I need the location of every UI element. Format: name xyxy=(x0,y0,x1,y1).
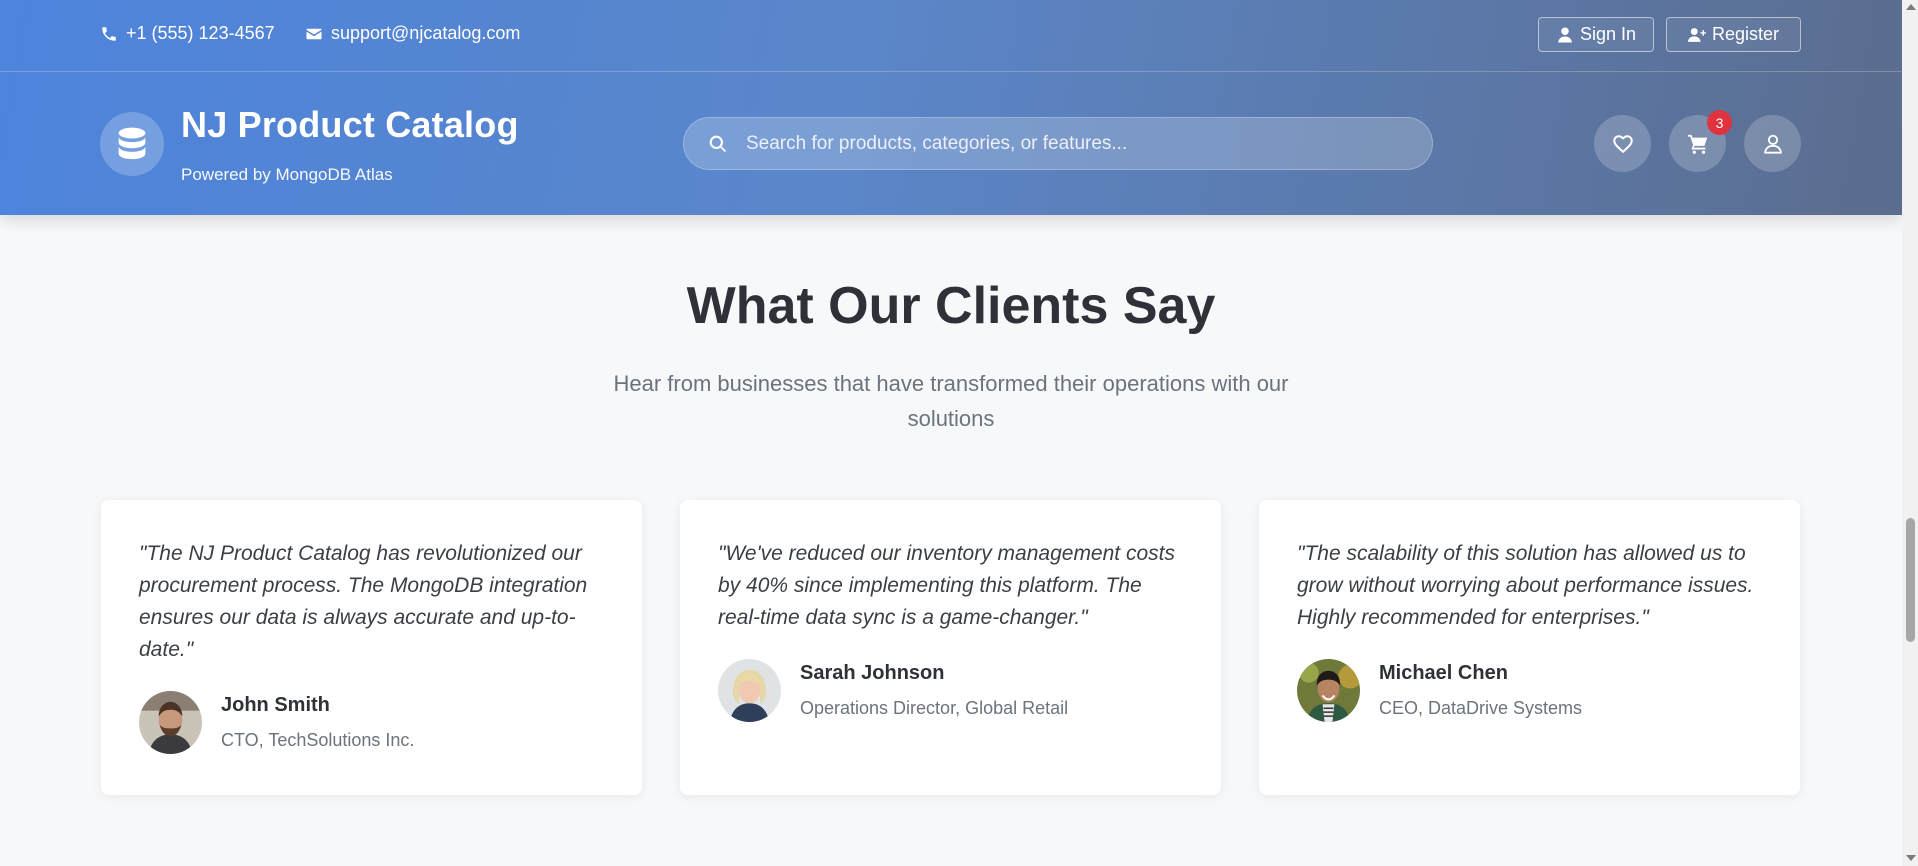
testimonial-quote: "The NJ Product Catalog has revolutioniz… xyxy=(139,542,588,661)
contact-phone[interactable]: +1 (555) 123-4567 xyxy=(100,23,275,44)
user-icon xyxy=(1558,27,1572,42)
phone-icon xyxy=(102,26,116,41)
user-plus-icon xyxy=(1687,27,1706,42)
avatar xyxy=(718,659,781,722)
site-header: +1 (555) 123-4567 support@njcatalog.com … xyxy=(0,0,1902,215)
account-button[interactable] xyxy=(1744,115,1801,172)
sign-in-button[interactable]: Sign In xyxy=(1538,17,1654,52)
scroll-thumb[interactable] xyxy=(1906,518,1915,642)
scroll-down-arrow[interactable] xyxy=(1906,855,1916,861)
testimonial-quote: "The scalability of this solution has al… xyxy=(1297,542,1754,629)
testimonial-card: "The NJ Product Catalog has revolutioniz… xyxy=(101,500,642,795)
author-role: CEO, DataDrive Systems xyxy=(1379,698,1583,718)
testimonial-card: "We've reduced our inventory management … xyxy=(680,500,1221,795)
avatar xyxy=(1297,659,1360,722)
author-name: Michael Chen xyxy=(1379,662,1508,684)
section-title: What Our Clients Say xyxy=(686,277,1216,335)
cart-count-badge: 3 xyxy=(1707,110,1732,135)
wishlist-button[interactable] xyxy=(1594,115,1651,172)
top-bar: +1 (555) 123-4567 support@njcatalog.com … xyxy=(0,0,1902,72)
author-name: John Smith xyxy=(221,694,330,716)
testimonial-quote: "We've reduced our inventory management … xyxy=(718,542,1175,629)
email-text: support@njcatalog.com xyxy=(331,23,521,43)
author-role: Operations Director, Global Retail xyxy=(800,698,1069,718)
sign-in-label: Sign In xyxy=(1579,24,1637,44)
section-subtitle: Hear from businesses that have transform… xyxy=(613,371,1289,431)
brand-title[interactable]: NJ Product Catalog xyxy=(181,104,519,146)
register-button[interactable]: Register xyxy=(1666,17,1801,52)
register-label: Register xyxy=(1711,24,1780,44)
contact-email[interactable]: support@njcatalog.com xyxy=(305,23,520,44)
search-icon xyxy=(709,135,727,153)
phone-text: +1 (555) 123-4567 xyxy=(126,23,275,43)
testimonial-author: John Smith CTO, TechSolutions Inc. xyxy=(139,691,414,754)
envelope-icon xyxy=(306,28,322,39)
search-bar xyxy=(683,117,1433,170)
author-name: Sarah Johnson xyxy=(800,662,945,684)
brand-subtitle: Powered by MongoDB Atlas xyxy=(181,165,393,184)
avatar xyxy=(139,691,202,754)
brand-logo[interactable] xyxy=(100,112,164,176)
page-scrollbar[interactable] xyxy=(1902,0,1918,866)
testimonial-author: Sarah Johnson Operations Director, Globa… xyxy=(718,659,1068,722)
heart-icon xyxy=(1612,134,1633,153)
testimonial-author: Michael Chen CEO, DataDrive Systems xyxy=(1297,659,1582,722)
user-icon xyxy=(1763,134,1782,154)
search-input[interactable] xyxy=(746,118,1406,169)
cart-icon xyxy=(1687,134,1707,154)
testimonial-card: "The scalability of this solution has al… xyxy=(1259,500,1800,795)
scroll-up-arrow[interactable] xyxy=(1906,4,1916,10)
author-role: CTO, TechSolutions Inc. xyxy=(221,730,415,750)
cart-button[interactable]: 3 xyxy=(1669,110,1732,172)
database-icon xyxy=(118,127,146,160)
